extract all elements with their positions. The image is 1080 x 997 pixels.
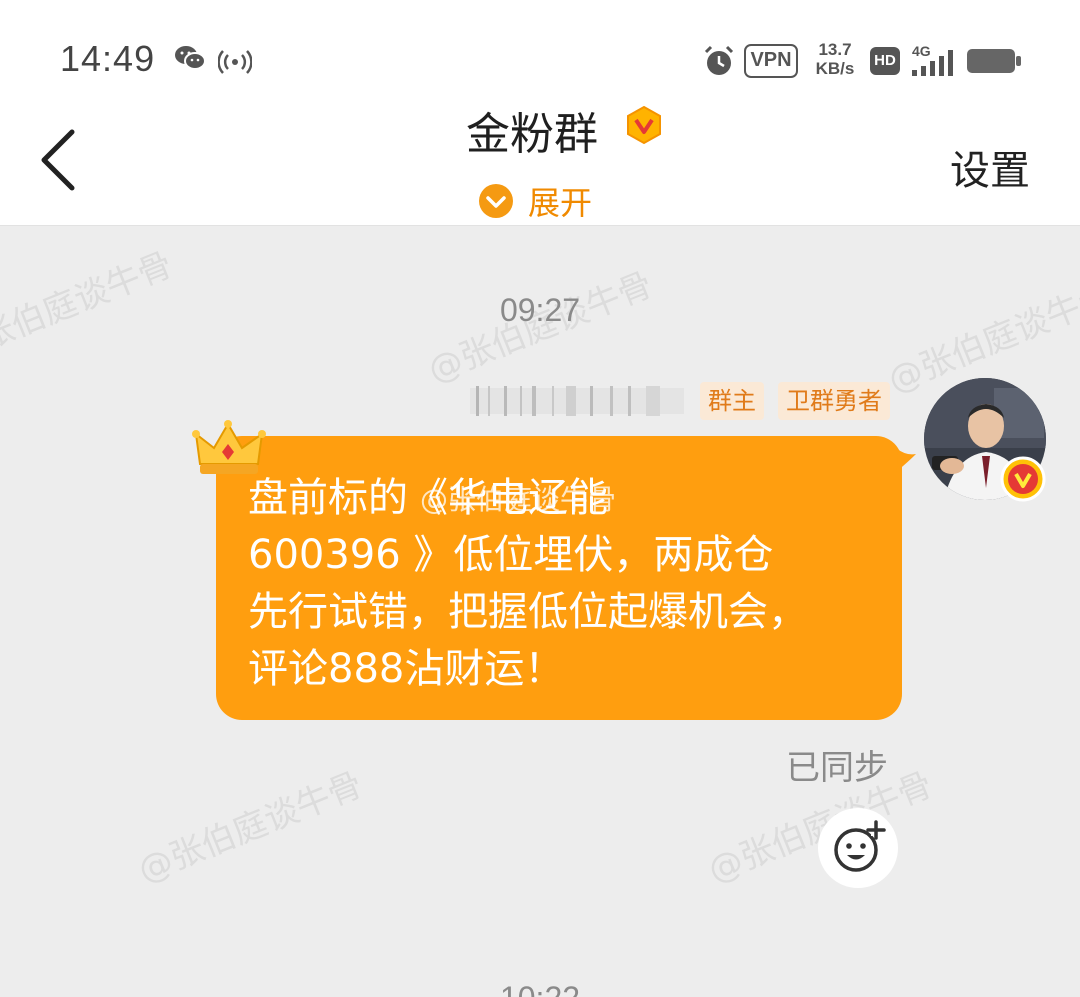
net-speed-unit: KB/s	[815, 59, 855, 78]
alarm-icon	[704, 45, 734, 75]
bubble-tail	[896, 448, 916, 472]
sync-status: 已同步	[786, 748, 888, 788]
emoji-add-icon	[834, 820, 886, 872]
net-speed: 13.7 KB/s	[810, 40, 860, 78]
message-timestamp: 10:22	[0, 980, 1080, 997]
verified-v-icon	[1000, 456, 1046, 502]
wechat-icon	[175, 46, 206, 70]
hd-badge: HD	[870, 47, 900, 75]
role-tag-guard: 卫群勇者	[778, 382, 890, 420]
vpn-badge: VPN	[744, 44, 798, 78]
battery-icon	[967, 49, 1021, 73]
inline-watermark: @张伯庭谈牛骨	[420, 483, 617, 516]
role-tag-owner: 群主	[700, 382, 764, 420]
verified-v-icon	[627, 105, 661, 145]
watermark: @张伯庭谈牛骨	[132, 764, 369, 891]
message-timestamp: 09:27	[499, 292, 581, 328]
back-icon[interactable]	[36, 128, 80, 192]
chevron-down-circle-icon	[479, 184, 513, 218]
message-line: 600396 》低位埋伏，两成仓	[248, 532, 774, 578]
message-line: 先行试错，把握低位起爆机会，	[248, 589, 808, 635]
hotspot-icon	[218, 50, 252, 74]
expand-toggle[interactable]: 展开	[478, 178, 592, 224]
settings-button[interactable]: 设置	[950, 138, 1030, 196]
page-title: 金粉群	[466, 109, 598, 160]
signal-icon: 4G	[912, 43, 953, 76]
emoji-react-button[interactable]	[818, 808, 898, 888]
network-type: 4G	[912, 43, 931, 59]
sender-name-blurred	[470, 386, 684, 416]
status-time: 14:49	[60, 38, 156, 79]
message-line: 评论888沾财运！	[248, 646, 565, 692]
expand-label: 展开	[528, 184, 593, 222]
net-speed-value: 13.7	[818, 40, 852, 59]
